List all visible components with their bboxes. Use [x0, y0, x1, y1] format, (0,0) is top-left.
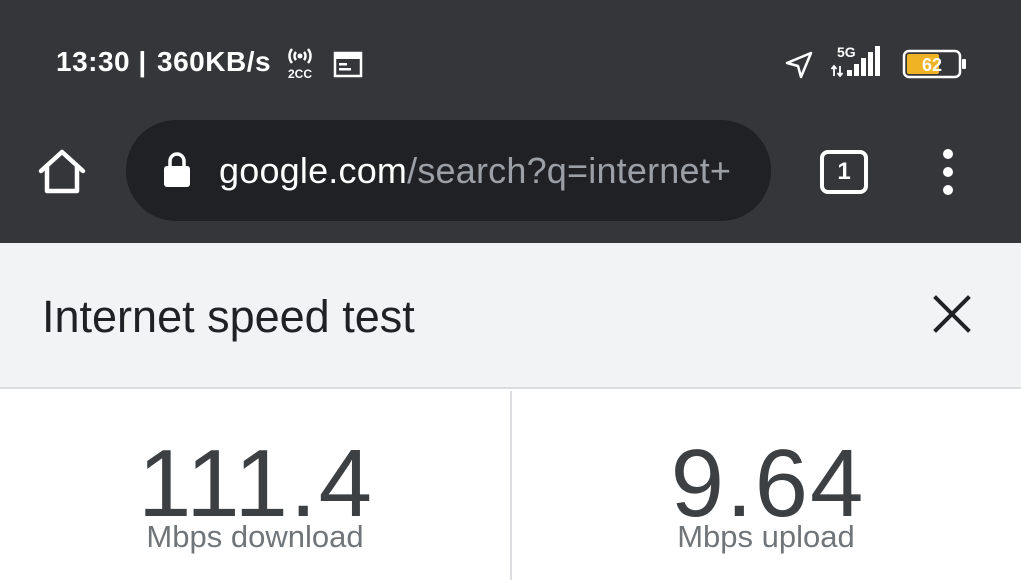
url-path: /search?q=internet+: [407, 150, 732, 191]
address-bar[interactable]: google.com/search?q=internet+: [126, 120, 771, 221]
battery-level: 62: [922, 55, 942, 75]
panel-title: Internet speed test: [42, 291, 415, 342]
lock-icon: [164, 152, 190, 187]
location-arrow-icon: [785, 51, 813, 79]
upload-label: Mbps upload: [677, 519, 855, 554]
home-icon[interactable]: [36, 148, 88, 196]
status-net-speed: 360KB/s: [157, 46, 272, 77]
url-text: google.com/search?q=internet+: [219, 150, 731, 192]
network-type: 5G: [837, 44, 856, 60]
upload-result: 9.64 Mbps upload: [511, 391, 1021, 580]
status-bar: 13:30 | 360KB/s 2CC 5G 62: [0, 0, 1021, 120]
url-domain: google.com: [219, 150, 408, 191]
hotspot-2cc-icon: 2CC: [288, 48, 312, 80]
status-time-and-speed: 13:30 | 360KB/s: [56, 46, 272, 77]
download-result: 111.4 Mbps download: [0, 391, 510, 580]
hotspot-label: 2CC: [288, 67, 312, 80]
calendar-icon: [333, 51, 363, 78]
speed-test-header: Internet speed test: [0, 243, 1021, 389]
status-time: 13:30: [56, 46, 131, 77]
tab-switcher-button[interactable]: 1: [820, 150, 868, 194]
download-label: Mbps download: [146, 519, 364, 554]
close-icon[interactable]: [930, 292, 974, 336]
signal-icon: 5G: [830, 44, 880, 78]
more-vert-icon[interactable]: [930, 146, 966, 198]
battery-icon: 62: [902, 49, 966, 79]
browser-chrome: 13:30 | 360KB/s 2CC 5G 62 google.com/sea…: [0, 0, 1021, 243]
